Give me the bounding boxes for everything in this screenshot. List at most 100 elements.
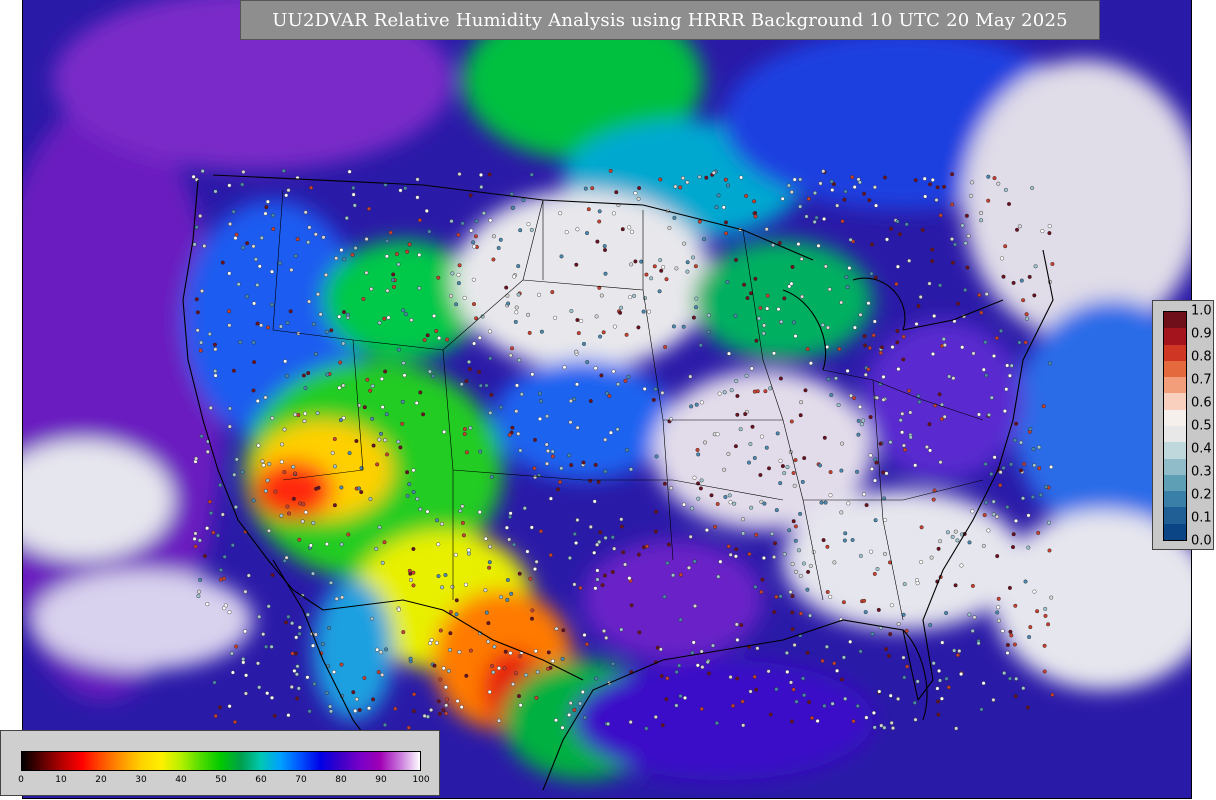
- station-marker: [963, 241, 968, 246]
- station-marker: [377, 525, 382, 530]
- station-marker: [286, 713, 291, 718]
- station-marker: [513, 671, 518, 676]
- station-marker: [575, 382, 580, 387]
- station-marker: [856, 432, 861, 437]
- station-marker: [329, 328, 334, 333]
- station-marker: [1017, 340, 1022, 345]
- station-marker: [575, 518, 580, 523]
- station-marker: [999, 328, 1004, 333]
- station-marker: [1050, 692, 1055, 697]
- station-marker: [385, 288, 390, 293]
- station-marker: [764, 227, 769, 232]
- station-marker: [806, 196, 811, 201]
- station-marker: [619, 627, 624, 632]
- station-marker: [569, 309, 574, 314]
- station-marker: [371, 443, 376, 448]
- station-marker: [519, 392, 524, 397]
- station-marker: [241, 169, 246, 174]
- station-marker: [194, 456, 199, 461]
- station-marker: [532, 466, 537, 471]
- station-marker: [367, 206, 372, 211]
- station-marker: [241, 657, 246, 662]
- station-marker: [697, 174, 702, 179]
- station-marker: [798, 413, 803, 418]
- station-marker: [1035, 609, 1040, 614]
- station-marker: [818, 181, 823, 186]
- station-marker: [489, 474, 494, 479]
- station-marker: [220, 260, 225, 265]
- station-marker: [953, 529, 958, 534]
- station-marker: [196, 594, 201, 599]
- station-marker: [792, 320, 797, 325]
- station-marker: [405, 470, 410, 475]
- station-marker: [888, 693, 893, 698]
- station-marker: [742, 282, 747, 287]
- station-marker: [762, 501, 767, 506]
- station-marker: [611, 211, 616, 216]
- station-marker: [517, 571, 522, 576]
- station-marker: [510, 346, 515, 351]
- station-marker: [830, 187, 835, 192]
- station-marker: [375, 647, 380, 652]
- station-marker: [499, 405, 504, 410]
- station-marker: [930, 177, 935, 182]
- station-marker: [1027, 274, 1032, 279]
- station-marker: [515, 383, 520, 388]
- station-marker: [758, 473, 763, 478]
- station-marker: [266, 604, 271, 609]
- station-marker: [512, 274, 517, 279]
- station-marker: [1011, 280, 1016, 285]
- station-marker: [334, 596, 339, 601]
- station-marker: [437, 336, 442, 341]
- station-marker: [605, 391, 610, 396]
- station-marker: [1007, 585, 1012, 590]
- station-marker: [339, 248, 344, 253]
- station-marker: [200, 169, 205, 174]
- station-marker: [428, 641, 433, 646]
- station-marker: [315, 411, 320, 416]
- station-marker: [251, 498, 256, 503]
- increment-tick-label: 0.0: [1191, 533, 1212, 549]
- station-marker: [435, 518, 440, 523]
- station-marker: [879, 345, 884, 350]
- relative-humidity-tick-label: 60: [255, 775, 267, 785]
- station-marker: [370, 384, 375, 389]
- increment-color-segment: [1164, 377, 1186, 394]
- station-marker: [695, 663, 700, 668]
- station-marker: [1019, 440, 1024, 445]
- station-marker: [792, 643, 797, 648]
- station-marker: [484, 383, 489, 388]
- station-marker: [674, 266, 679, 271]
- station-marker: [293, 471, 298, 476]
- station-marker: [384, 412, 389, 417]
- station-marker: [718, 559, 723, 564]
- station-marker: [568, 701, 573, 706]
- station-marker: [1008, 629, 1013, 634]
- station-marker: [782, 296, 787, 301]
- station-marker: [861, 418, 866, 423]
- station-marker: [329, 580, 334, 585]
- station-marker: [518, 703, 523, 708]
- station-marker: [284, 620, 289, 625]
- station-marker: [856, 418, 861, 423]
- station-marker: [698, 486, 703, 491]
- station-marker: [489, 392, 494, 397]
- station-marker: [514, 310, 519, 315]
- station-marker: [866, 301, 871, 306]
- station-marker: [400, 399, 405, 404]
- station-marker: [773, 541, 778, 546]
- station-marker: [281, 168, 286, 173]
- station-marker: [963, 288, 968, 293]
- station-marker: [252, 360, 257, 365]
- station-marker: [510, 425, 515, 430]
- humidity-map[interactable]: [22, 0, 1192, 799]
- station-marker: [338, 418, 343, 423]
- station-marker: [592, 499, 597, 504]
- station-marker: [862, 334, 867, 339]
- station-marker: [621, 550, 626, 555]
- relative-humidity-tick-label: 80: [335, 775, 347, 785]
- station-marker: [273, 489, 278, 494]
- station-marker: [229, 651, 234, 656]
- station-marker: [802, 693, 807, 698]
- station-marker: [261, 632, 266, 637]
